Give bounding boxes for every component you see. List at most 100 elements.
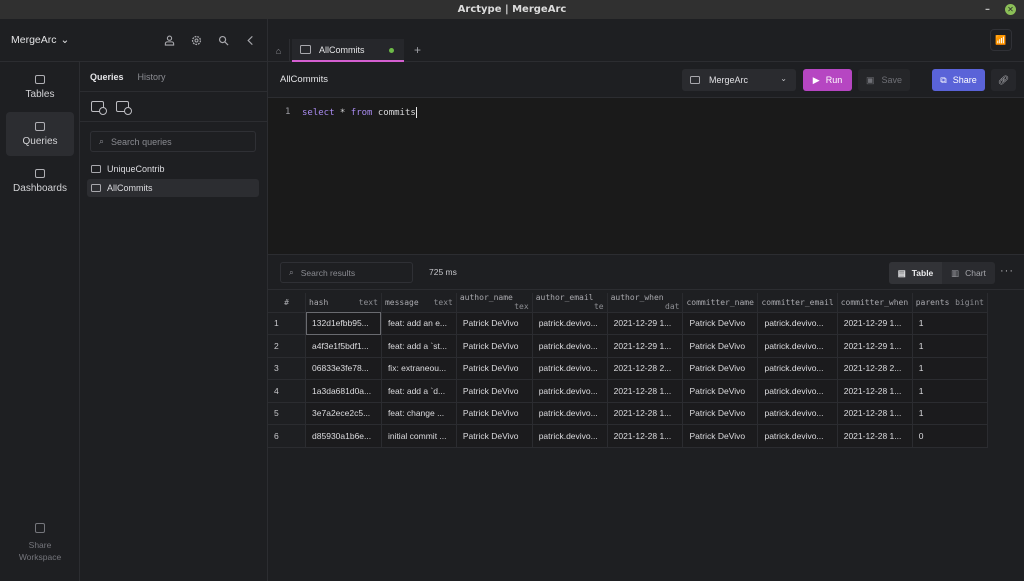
tab-history[interactable]: History (138, 72, 166, 82)
table-cell[interactable]: initial commit ... (380, 424, 457, 448)
table-cell[interactable]: patrick.devivo... (757, 334, 838, 358)
table-cell[interactable]: 2021-12-28 1... (836, 424, 913, 448)
row-number[interactable]: 3 (268, 356, 307, 380)
new-query-icon[interactable] (91, 101, 107, 115)
add-tab-button[interactable]: + (414, 43, 421, 57)
table-cell[interactable]: 1 (911, 379, 989, 403)
table-cell[interactable]: patrick.devivo... (757, 311, 838, 335)
table-cell[interactable]: Patrick DeVivo (455, 379, 533, 403)
table-cell[interactable]: Patrick DeVivo (455, 424, 533, 448)
workspace-switcher[interactable]: MergeArc ⌄ (11, 34, 69, 46)
table-cell[interactable]: 1 (911, 334, 989, 358)
nav-tables[interactable]: Tables (6, 65, 74, 109)
table-cell[interactable]: 1 (911, 401, 989, 425)
table-cell[interactable]: patrick.devivo... (531, 379, 608, 403)
table-cell[interactable]: 2021-12-28 2... (606, 356, 684, 380)
gear-icon[interactable] (190, 34, 203, 47)
table-cell[interactable]: feat: add an e... (380, 311, 457, 335)
home-tab[interactable]: ⌂ (268, 39, 290, 62)
column-header-author-name[interactable]: author_name tex (456, 293, 533, 312)
table-cell[interactable]: 2021-12-28 1... (836, 401, 913, 425)
table-cell[interactable]: Patrick DeVivo (455, 401, 533, 425)
run-button[interactable]: ▶ Run (803, 69, 852, 91)
table-cell[interactable]: 06833e3fe78... (305, 356, 382, 380)
table-cell[interactable]: patrick.devivo... (531, 311, 608, 335)
table-cell[interactable]: patrick.devivo... (757, 424, 838, 448)
column-header-hash[interactable]: hash text (305, 293, 382, 312)
query-item-uniquecontrib[interactable]: UniqueContrib (87, 160, 259, 178)
query-title[interactable]: AllCommits (280, 74, 328, 85)
more-options-button[interactable]: ··· (1000, 265, 1014, 277)
tab-queries[interactable]: Queries (90, 72, 124, 82)
table-cell[interactable]: patrick.devivo... (531, 401, 608, 425)
table-cell[interactable]: Patrick DeVivo (682, 424, 759, 448)
sql-editor[interactable]: 1 select * from commits (268, 98, 1024, 255)
user-icon[interactable] (163, 34, 176, 47)
nav-queries[interactable]: Queries (6, 112, 74, 156)
table-cell[interactable]: feat: add a `d... (380, 379, 457, 403)
new-folder-icon[interactable] (116, 101, 132, 115)
column-header-parents[interactable]: parents bigint (912, 293, 989, 312)
table-cell[interactable]: fix: extraneou... (380, 356, 457, 380)
table-cell[interactable]: 132d1efbb95... (305, 311, 382, 335)
database-select[interactable]: MergeArc ⌄ (682, 69, 796, 91)
query-item-allcommits[interactable]: AllCommits (87, 179, 259, 197)
column-header-author-when[interactable]: author_when dat (607, 293, 684, 312)
minimize-button[interactable]: – (985, 4, 990, 15)
column-header-committer-name[interactable]: committer_name (682, 293, 759, 312)
connection-status-button[interactable]: 📶 (990, 29, 1012, 51)
table-view-button[interactable]: ▤ Table (889, 262, 942, 284)
search-results-input[interactable]: ⌕ Search results (280, 262, 413, 283)
save-button[interactable]: ▣ Save (858, 69, 910, 91)
table-cell[interactable]: patrick.devivo... (757, 401, 838, 425)
column-header-author-email[interactable]: author_email te (532, 293, 608, 312)
table-cell[interactable]: Patrick DeVivo (682, 379, 759, 403)
table-cell[interactable]: a4f3e1f5bdf1... (305, 334, 382, 358)
table-cell[interactable]: 2021-12-28 1... (606, 401, 684, 425)
close-button[interactable]: ✕ (1005, 4, 1016, 15)
table-cell[interactable]: Patrick DeVivo (682, 311, 759, 335)
table-cell[interactable]: 0 (911, 424, 989, 448)
table-cell[interactable]: feat: change ... (380, 401, 457, 425)
row-number[interactable]: 1 (268, 311, 307, 335)
table-cell[interactable]: patrick.devivo... (531, 334, 608, 358)
table-cell[interactable]: Patrick DeVivo (455, 356, 533, 380)
column-header-committer-email[interactable]: committer_email (757, 293, 838, 312)
search-queries-input[interactable]: ⌕ Search queries (90, 131, 256, 152)
table-cell[interactable]: 1 (911, 311, 989, 335)
share-workspace-button[interactable]: Share Workspace (0, 523, 80, 563)
collapse-sidebar-icon[interactable] (244, 34, 257, 47)
table-cell[interactable]: 2021-12-29 1... (606, 334, 684, 358)
tab-allcommits[interactable]: AllCommits (292, 39, 404, 62)
table-cell[interactable]: 3e7a2ece2c5... (305, 401, 382, 425)
table-cell[interactable]: patrick.devivo... (531, 356, 608, 380)
table-cell[interactable]: 2021-12-28 1... (836, 379, 913, 403)
table-cell[interactable]: patrick.devivo... (531, 424, 608, 448)
share-button[interactable]: ⧉ Share (932, 69, 985, 91)
copy-link-button[interactable]: 🔗︎ (991, 69, 1016, 91)
table-cell[interactable]: 2021-12-28 2... (836, 356, 913, 380)
table-cell[interactable]: patrick.devivo... (757, 356, 838, 380)
nav-dashboards[interactable]: Dashboards (6, 159, 74, 203)
table-cell[interactable]: 2021-12-29 1... (836, 311, 913, 335)
table-cell[interactable]: Patrick DeVivo (682, 401, 759, 425)
table-cell[interactable]: feat: add a `st... (380, 334, 457, 358)
table-cell[interactable]: patrick.devivo... (757, 379, 838, 403)
row-number[interactable]: 2 (268, 334, 307, 358)
table-cell[interactable]: 1 (911, 356, 989, 380)
table-cell[interactable]: Patrick DeVivo (682, 356, 759, 380)
row-number[interactable]: 4 (268, 379, 307, 403)
row-number[interactable]: 5 (268, 401, 307, 425)
table-cell[interactable]: Patrick DeVivo (682, 334, 759, 358)
table-cell[interactable]: d85930a1b6e... (305, 424, 382, 448)
table-cell[interactable]: 2021-12-28 1... (606, 424, 684, 448)
table-cell[interactable]: 1a3da681d0a... (305, 379, 382, 403)
table-cell[interactable]: Patrick DeVivo (455, 334, 533, 358)
column-header-message[interactable]: message text (381, 293, 457, 312)
column-header-row-number[interactable]: # (268, 293, 307, 312)
column-header-committer-when[interactable]: committer_when (837, 293, 913, 312)
table-cell[interactable]: 2021-12-28 1... (606, 379, 684, 403)
table-cell[interactable]: 2021-12-29 1... (836, 334, 913, 358)
table-cell[interactable]: 2021-12-29 1... (606, 311, 684, 335)
chart-view-button[interactable]: ▥ Chart (942, 262, 995, 284)
